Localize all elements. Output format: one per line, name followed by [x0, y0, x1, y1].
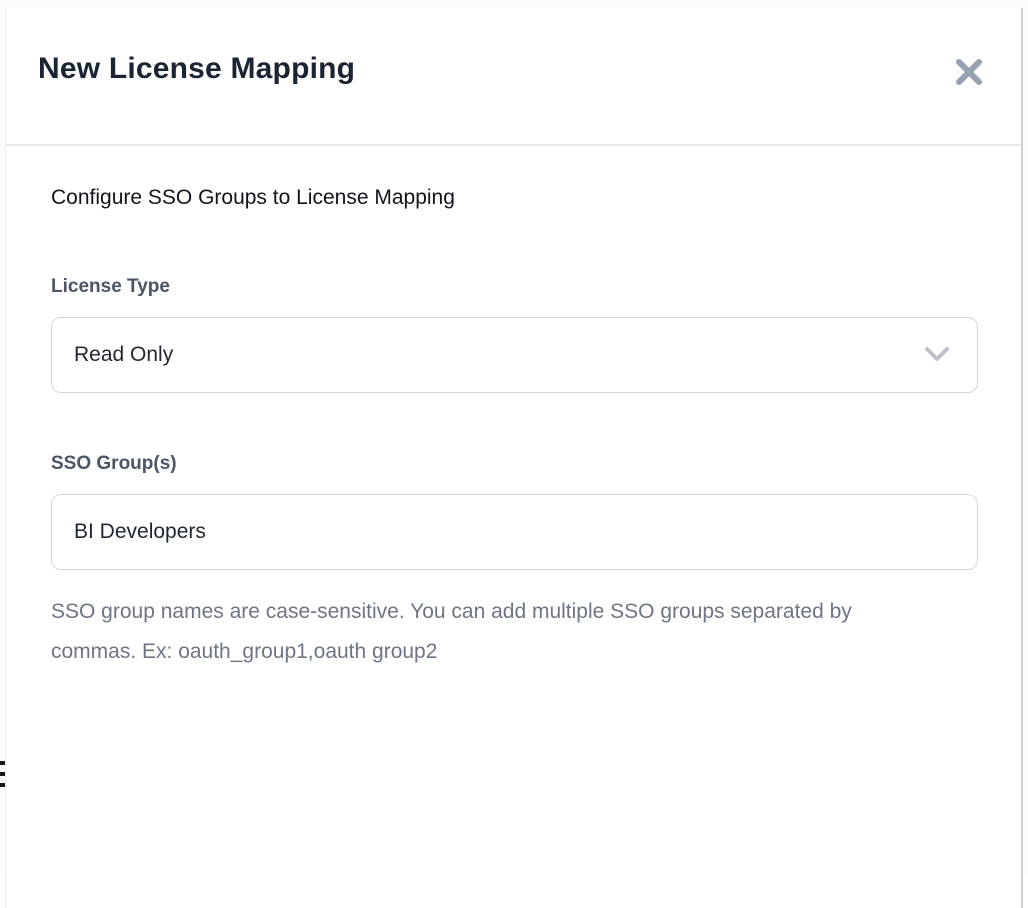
chevron-down-icon	[923, 345, 951, 365]
sso-groups-field: SSO Group(s) SSO group names are case-se…	[51, 453, 976, 672]
license-type-selected-value: Read Only	[74, 343, 173, 367]
close-icon	[954, 57, 984, 87]
dialog-body: Configure SSO Groups to License Mapping …	[6, 146, 1021, 672]
license-type-select[interactable]: Read Only	[51, 317, 978, 393]
new-license-mapping-dialog: New License Mapping Configure SSO Groups…	[5, 8, 1023, 908]
dialog-description: Configure SSO Groups to License Mapping	[51, 186, 976, 210]
dialog-header: New License Mapping	[6, 8, 1021, 146]
license-type-label: License Type	[51, 276, 976, 298]
dialog-title: New License Mapping	[38, 52, 355, 86]
sso-groups-help-text: SSO group names are case-sensitive. You …	[51, 592, 896, 672]
sso-groups-input[interactable]	[51, 494, 978, 570]
license-type-field: License Type Read Only	[51, 276, 976, 393]
sso-groups-label: SSO Group(s)	[51, 453, 976, 475]
close-button[interactable]	[949, 52, 989, 92]
